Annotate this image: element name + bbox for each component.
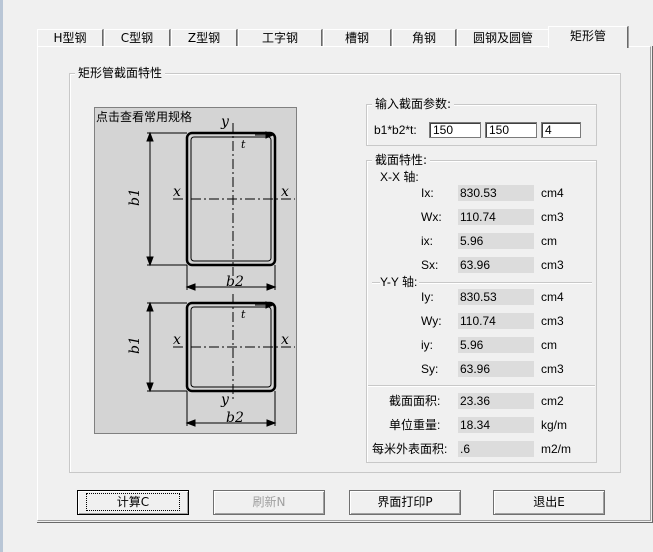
- refresh-button[interactable]: 刷新N: [213, 490, 325, 515]
- upper-x-right-label: x: [281, 184, 289, 200]
- print-screen-button[interactable]: 界面打印P: [349, 490, 461, 515]
- window-edge: [0, 0, 3, 552]
- tab-channel[interactable]: 槽钢: [323, 29, 391, 47]
- section-diagram: y x x b2 b1 t x x y b2 b1 t: [127, 114, 295, 427]
- weight-value: 18.34: [458, 417, 534, 433]
- wx-value: 110.74: [458, 209, 534, 225]
- iy-label: Iy:: [421, 290, 434, 304]
- sx-value: 63.96: [458, 257, 534, 273]
- lower-b1-label: b1: [127, 336, 143, 354]
- rx-label: ix:: [421, 234, 433, 248]
- b1b2t-label: b1*b2*t:: [374, 123, 417, 137]
- ix-unit: cm4: [541, 186, 564, 200]
- weight-label: 单位重量:: [389, 418, 441, 432]
- area-label: 截面面积:: [389, 394, 441, 408]
- tab-strip: H型钢 C型钢 Z型钢 工字钢 槽钢 角钢 圆钢及圆管 矩形管: [37, 26, 653, 48]
- upper-b2-label: b2: [226, 274, 244, 290]
- ix-value: 830.53: [458, 185, 534, 201]
- iy-value: 830.53: [458, 289, 534, 305]
- sy-label: Sy:: [421, 362, 439, 376]
- b2-input[interactable]: 150: [485, 122, 537, 138]
- surface-area-value: .6: [458, 441, 534, 457]
- wy-unit: cm3: [541, 314, 564, 328]
- tab-round-pipe[interactable]: 圆钢及圆管: [457, 29, 549, 47]
- common-specs-link[interactable]: 点击查看常用规格: [96, 108, 192, 125]
- ry-value: 5.96: [458, 337, 534, 353]
- sx-label: Sx:: [421, 258, 439, 272]
- iy-unit: cm4: [541, 290, 564, 304]
- surface-area-unit: m2/m: [541, 442, 571, 456]
- tab-h-beam[interactable]: H型钢: [37, 29, 103, 47]
- wy-label: Wy:: [421, 314, 442, 328]
- rx-value: 5.96: [458, 233, 534, 249]
- lower-x-right-label: x: [281, 332, 289, 348]
- calculate-button[interactable]: 计算C: [77, 490, 189, 515]
- wx-label: Wx:: [421, 210, 442, 224]
- lower-b2-label: b2: [226, 410, 244, 426]
- tab-i-beam[interactable]: 工字钢: [238, 29, 322, 47]
- section-props-title: 截面特性:: [372, 153, 431, 167]
- upper-t-label: t: [241, 138, 246, 151]
- rx-unit: cm: [541, 234, 557, 248]
- sx-unit: cm3: [541, 258, 564, 272]
- section-drawing-panel[interactable]: y x x b2 b1 t x x y b2 b1 t: [94, 107, 297, 434]
- main-group-title: 矩形管截面特性: [75, 66, 166, 80]
- tab-angle[interactable]: 角钢: [392, 29, 456, 47]
- area-unit: cm2: [541, 394, 564, 408]
- area-value: 23.36: [458, 393, 534, 409]
- sy-unit: cm3: [541, 362, 564, 376]
- calculate-button-label: 计算C: [85, 493, 181, 511]
- upper-y-label: y: [220, 114, 230, 130]
- ix-label: Ix:: [421, 186, 434, 200]
- weight-unit: kg/m: [541, 418, 568, 432]
- ry-label: iy:: [421, 338, 433, 352]
- surface-area-label: 每米外表面积:: [372, 442, 448, 456]
- t-input[interactable]: 4: [541, 122, 581, 138]
- tab-c-beam[interactable]: C型钢: [104, 29, 170, 47]
- exit-button[interactable]: 退出E: [493, 490, 605, 515]
- lower-x-left-label: x: [173, 332, 181, 348]
- wx-unit: cm3: [541, 210, 564, 224]
- upper-b1-label: b1: [127, 188, 143, 206]
- wy-value: 110.74: [458, 313, 534, 329]
- tab-rect-tube[interactable]: 矩形管: [548, 26, 628, 48]
- sy-value: 63.96: [458, 361, 534, 377]
- yy-axis-heading: Y-Y 轴:: [380, 274, 420, 290]
- extra-divider: [368, 385, 595, 387]
- input-params-title: 输入截面参数:: [372, 97, 455, 111]
- upper-x-left-label: x: [173, 184, 181, 200]
- xx-axis-heading: X-X 轴:: [380, 170, 419, 184]
- lower-y-label: y: [220, 392, 230, 408]
- b1-input[interactable]: 150: [429, 122, 481, 138]
- ry-unit: cm: [541, 338, 557, 352]
- tab-z-beam[interactable]: Z型钢: [171, 29, 237, 47]
- lower-t-label: t: [241, 308, 246, 321]
